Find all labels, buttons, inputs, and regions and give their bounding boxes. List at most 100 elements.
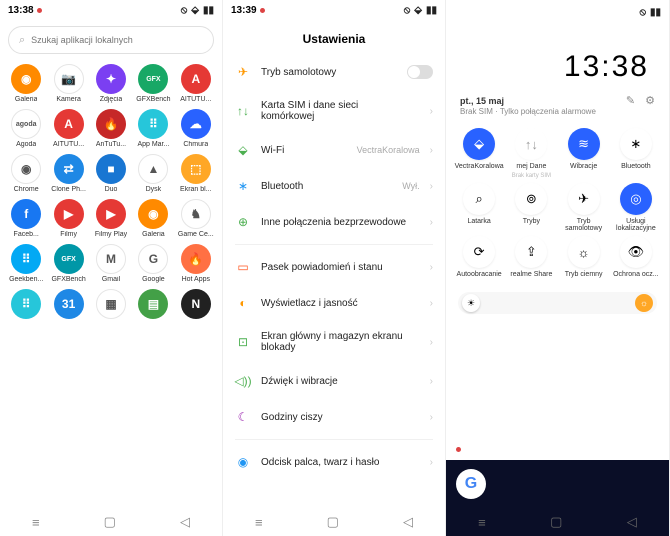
- app-icon: ◉: [138, 199, 168, 229]
- back-button[interactable]: ◁: [627, 514, 637, 530]
- app-item[interactable]: 🔥Hot Apps: [176, 244, 216, 283]
- qs-tile[interactable]: ↑↓mej DaneBrak karty SIM: [506, 128, 556, 179]
- home-button[interactable]: ▢: [327, 514, 339, 530]
- settings-item[interactable]: ↑↓Karta SIM i dane sieci komórkowej›: [235, 90, 433, 132]
- app-item[interactable]: N: [176, 289, 216, 321]
- setting-label: Wyświetlacz i jasność: [261, 298, 410, 309]
- settings-icon[interactable]: ⚙: [645, 94, 655, 107]
- setting-label: Bluetooth: [261, 181, 392, 192]
- app-item[interactable]: AAITUTU...: [176, 64, 216, 103]
- app-item[interactable]: 📷Kamera: [48, 64, 88, 103]
- app-icon: ▲: [138, 154, 168, 184]
- setting-icon: ⊕: [235, 214, 251, 230]
- qs-label: Tryb samolotowy: [559, 218, 609, 232]
- toggle[interactable]: [407, 65, 433, 79]
- app-item[interactable]: agoda Agoda: [6, 109, 46, 148]
- edit-icon[interactable]: ✎: [626, 94, 635, 107]
- nav-bar: ≡ ▢ ◁: [0, 508, 222, 536]
- app-item[interactable]: ⠿App Mar...: [133, 109, 173, 148]
- home-button[interactable]: ▢: [550, 514, 562, 530]
- back-button[interactable]: ◁: [403, 514, 413, 530]
- settings-item[interactable]: ☾Godziny ciszy›: [235, 399, 433, 435]
- app-label: Filmy Play: [95, 231, 127, 238]
- search-input[interactable]: [31, 35, 203, 45]
- settings-item[interactable]: ◉Odcisk palca, twarz i hasło›: [235, 444, 433, 480]
- app-item[interactable]: ▶Filmy: [48, 199, 88, 238]
- notification-dot: [456, 447, 461, 452]
- settings-item[interactable]: ✈Tryb samolotowy: [235, 54, 433, 90]
- setting-label: Godziny ciszy: [261, 412, 410, 423]
- qs-tile[interactable]: ⊚Tryby: [506, 183, 556, 232]
- app-item[interactable]: ■Duo: [91, 154, 131, 193]
- app-item[interactable]: ◉Galeria: [133, 199, 173, 238]
- qs-tile[interactable]: ⇪realme Share: [506, 236, 556, 278]
- app-item[interactable]: ◉Galeria: [6, 64, 46, 103]
- qs-tile[interactable]: ◎Usługi lokalizacyjne: [611, 183, 661, 232]
- app-item[interactable]: GFXGFXBench: [48, 244, 88, 283]
- qs-tile[interactable]: ☼Tryb ciemny: [559, 236, 609, 278]
- app-item[interactable]: fFaceb...: [6, 199, 46, 238]
- app-item[interactable]: ⇄Clone Ph...: [48, 154, 88, 193]
- qs-header: pt., 15 maj ✎⚙: [446, 94, 669, 107]
- settings-item[interactable]: ⊡Ekran główny i magazyn ekranu blokady›: [235, 321, 433, 363]
- setting-value: Wył.: [402, 181, 419, 191]
- notification-dot: [37, 8, 42, 13]
- qs-label: Usługi lokalizacyjne: [611, 218, 661, 232]
- app-icon: ⬚: [181, 154, 211, 184]
- app-label: AITUTU...: [180, 96, 211, 103]
- app-item[interactable]: ◉Chrome: [6, 154, 46, 193]
- settings-item[interactable]: ◁))Dźwięk i wibracje›: [235, 363, 433, 399]
- qs-tile[interactable]: ✈Tryb samolotowy: [559, 183, 609, 232]
- app-item[interactable]: ☁Chmura: [176, 109, 216, 148]
- app-item[interactable]: ▶Filmy Play: [91, 199, 131, 238]
- recent-button[interactable]: ≡: [32, 515, 40, 530]
- app-icon: 🔥: [181, 244, 211, 274]
- app-item[interactable]: AAITUTU...: [48, 109, 88, 148]
- app-icon: agoda: [11, 109, 41, 139]
- recent-button[interactable]: ≡: [255, 515, 263, 530]
- auto-brightness-button[interactable]: ☼: [635, 294, 653, 312]
- app-item[interactable]: 🔥AnTuTu...: [91, 109, 131, 148]
- settings-item[interactable]: ∗BluetoothWył.›: [235, 168, 433, 204]
- app-item[interactable]: ▦: [91, 289, 131, 321]
- qs-tile[interactable]: ⌕Latarka: [454, 183, 504, 232]
- app-item[interactable]: ⠿Geekben...: [6, 244, 46, 283]
- app-item[interactable]: GFXGFXBench: [133, 64, 173, 103]
- app-item[interactable]: ⬚Ekran bl...: [176, 154, 216, 193]
- settings-item[interactable]: ⊕Inne połączenia bezprzewodowe›: [235, 204, 433, 240]
- brightness-thumb[interactable]: ☀: [462, 294, 480, 312]
- back-button[interactable]: ◁: [180, 514, 190, 530]
- app-icon: G: [138, 244, 168, 274]
- app-item[interactable]: 31: [48, 289, 88, 321]
- google-search-widget[interactable]: G: [456, 469, 486, 499]
- qs-tile[interactable]: ≋Wibracje: [559, 128, 609, 179]
- settings-item[interactable]: ▭Pasek powiadomień i stanu›: [235, 249, 433, 285]
- app-icon: ⠿: [138, 109, 168, 139]
- app-item[interactable]: GGoogle: [133, 244, 173, 283]
- app-item[interactable]: ▲ Dysk: [133, 154, 173, 193]
- app-item[interactable]: ✦Zdjęcia: [91, 64, 131, 103]
- chevron-right-icon: ›: [430, 145, 433, 156]
- search-bar[interactable]: ⌕: [8, 26, 214, 54]
- recent-button[interactable]: ≡: [478, 515, 486, 530]
- settings-item[interactable]: ⬙Wi-FiVectraKoralowa›: [235, 132, 433, 168]
- chevron-right-icon: ›: [430, 106, 433, 117]
- app-item[interactable]: ⠿: [6, 289, 46, 321]
- app-item[interactable]: MGmail: [91, 244, 131, 283]
- setting-label: Odcisk palca, twarz i hasło: [261, 457, 410, 468]
- settings-item[interactable]: ◐Wyświetlacz i jasność›: [235, 285, 433, 321]
- brightness-slider[interactable]: ☀ ☼: [458, 292, 657, 314]
- app-item[interactable]: ▤: [133, 289, 173, 321]
- app-label: Filmy: [60, 231, 77, 238]
- home-button[interactable]: ▢: [104, 514, 116, 530]
- qs-tile[interactable]: 👁Ochrona ocz...: [611, 236, 661, 278]
- nav-bar: ≡ ▢ ◁: [446, 508, 669, 536]
- app-label: Dysk: [146, 186, 162, 193]
- app-item[interactable]: ♞Game Ce...: [176, 199, 216, 238]
- qs-tile[interactable]: ⬙VectraKoralowa: [454, 128, 504, 179]
- setting-icon: ⊡: [235, 334, 251, 350]
- qs-tile[interactable]: ⟳Autoobracanie: [454, 236, 504, 278]
- app-icon: GFX: [138, 64, 168, 94]
- app-label: Agoda: [16, 141, 36, 148]
- qs-tile[interactable]: ∗Bluetooth: [611, 128, 661, 179]
